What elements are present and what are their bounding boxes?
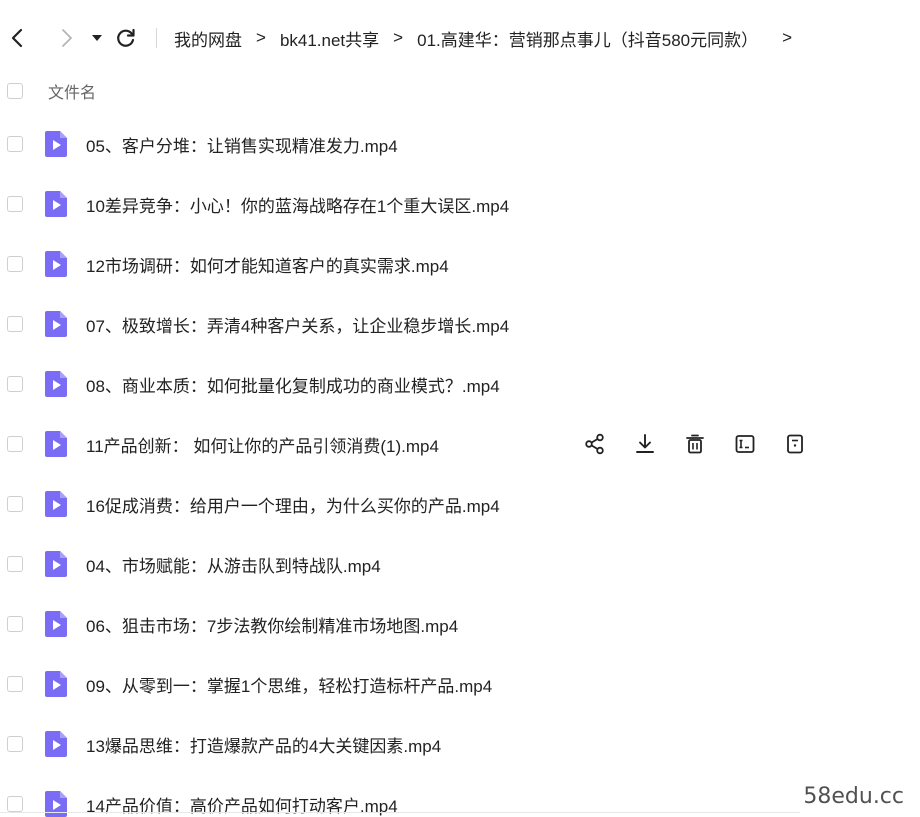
refresh-icon xyxy=(117,28,135,47)
file-row[interactable]: 12市场调研：如何才能知道客户的真实需求.mp4 xyxy=(0,234,920,294)
file-name[interactable]: 13爆品思维：打造爆款产品的4大关键因素.mp4 xyxy=(86,732,441,757)
bottom-divider xyxy=(0,812,800,813)
file-name[interactable]: 07、极致增长：弄清4种客户关系，让企业稳步增长.mp4 xyxy=(86,312,509,337)
file-browser: 我的网盘 > bk41.net共享 > 01.高建华：营销那点事儿（抖音580元… xyxy=(0,0,920,817)
file-list: 05、客户分堆：让销售实现精准发力.mp4 10差异竞争：小心！你的蓝海战略存在1… xyxy=(0,114,920,817)
breadcrumb-item-current-folder[interactable]: 01.高建华：营销那点事儿（抖音580元同款） xyxy=(417,26,758,51)
breadcrumb: 我的网盘 > bk41.net共享 > 01.高建华：营销那点事儿（抖音580元… xyxy=(174,26,792,51)
file-row-checkbox[interactable] xyxy=(7,136,23,152)
file-row-checkbox[interactable] xyxy=(7,796,23,812)
nav-divider xyxy=(156,28,157,48)
file-row-checkbox[interactable] xyxy=(7,496,23,512)
file-row[interactable]: 07、极致增长：弄清4种客户关系，让企业稳步增长.mp4 xyxy=(0,294,920,354)
file-row-checkbox[interactable] xyxy=(7,436,23,452)
video-file-icon xyxy=(44,130,68,158)
delete-icon xyxy=(684,433,706,455)
file-row[interactable]: 14产品价值：高价产品如何打动客户.mp4 xyxy=(0,774,920,817)
video-file-icon xyxy=(44,670,68,698)
file-name[interactable]: 10差异竞争：小心！你的蓝海战略存在1个重大误区.mp4 xyxy=(86,192,509,217)
breadcrumb-item-my-drive[interactable]: 我的网盘 xyxy=(174,26,242,51)
file-row[interactable]: 11产品创新： 如何让你的产品引领消费(1).mp4 xyxy=(0,414,920,474)
file-name[interactable]: 05、客户分堆：让销售实现精准发力.mp4 xyxy=(86,132,398,157)
file-row[interactable]: 09、从零到一：掌握1个思维，轻松打造标杆产品.mp4 xyxy=(0,654,920,714)
file-row-checkbox[interactable] xyxy=(7,556,23,572)
breadcrumb-separator: > xyxy=(256,28,266,47)
file-name[interactable]: 11产品创新： 如何让你的产品引领消费(1).mp4 xyxy=(86,432,439,457)
video-file-icon xyxy=(44,370,68,398)
file-row-checkbox[interactable] xyxy=(7,256,23,272)
forward-button[interactable] xyxy=(52,24,80,52)
watermark: 58edu.cc xyxy=(803,784,904,809)
file-row-checkbox[interactable] xyxy=(7,376,23,392)
file-row-checkbox[interactable] xyxy=(7,736,23,752)
more-button[interactable] xyxy=(783,432,807,456)
file-name[interactable]: 06、狙击市场：7步法教你绘制精准市场地图.mp4 xyxy=(86,612,458,637)
chevron-left-icon xyxy=(11,28,23,48)
share-icon xyxy=(584,433,606,455)
download-button[interactable] xyxy=(633,432,657,456)
video-file-icon xyxy=(44,730,68,758)
file-row-checkbox[interactable] xyxy=(7,676,23,692)
select-all-checkbox[interactable] xyxy=(7,83,23,99)
history-dropdown-button[interactable] xyxy=(88,24,106,52)
file-name[interactable]: 16促成消费：给用户一个理由，为什么买你的产品.mp4 xyxy=(86,492,500,517)
chevron-right-icon xyxy=(62,29,72,47)
video-file-icon xyxy=(44,610,68,638)
file-row-checkbox[interactable] xyxy=(7,316,23,332)
more-icon xyxy=(784,433,806,455)
video-file-icon xyxy=(44,490,68,518)
file-row-checkbox[interactable] xyxy=(7,616,23,632)
file-row[interactable]: 10差异竞争：小心！你的蓝海战略存在1个重大误区.mp4 xyxy=(0,174,920,234)
navigation-bar: 我的网盘 > bk41.net共享 > 01.高建华：营销那点事儿（抖音580元… xyxy=(0,14,920,62)
file-row[interactable]: 04、市场赋能：从游击队到特战队.mp4 xyxy=(0,534,920,594)
share-button[interactable] xyxy=(583,432,607,456)
refresh-button[interactable] xyxy=(112,24,140,52)
video-file-icon xyxy=(44,250,68,278)
file-name[interactable]: 04、市场赋能：从游击队到特战队.mp4 xyxy=(86,552,381,577)
file-name[interactable]: 12市场调研：如何才能知道客户的真实需求.mp4 xyxy=(86,252,449,277)
delete-button[interactable] xyxy=(683,432,707,456)
breadcrumb-expand-button[interactable]: > xyxy=(782,28,792,48)
rename-icon xyxy=(734,433,756,455)
caret-down-icon xyxy=(92,35,102,41)
video-file-icon xyxy=(44,430,68,458)
download-icon xyxy=(634,433,656,455)
file-row[interactable]: 08、商业本质：如何批量化复制成功的商业模式？.mp4 xyxy=(0,354,920,414)
file-row-checkbox[interactable] xyxy=(7,196,23,212)
file-name[interactable]: 08、商业本质：如何批量化复制成功的商业模式？.mp4 xyxy=(86,372,500,397)
file-row[interactable]: 06、狙击市场：7步法教你绘制精准市场地图.mp4 xyxy=(0,594,920,654)
file-row[interactable]: 13爆品思维：打造爆款产品的4大关键因素.mp4 xyxy=(0,714,920,774)
video-file-icon xyxy=(44,550,68,578)
file-row[interactable]: 05、客户分堆：让销售实现精准发力.mp4 xyxy=(0,114,920,174)
file-row[interactable]: 16促成消费：给用户一个理由，为什么买你的产品.mp4 xyxy=(0,474,920,534)
video-file-icon xyxy=(44,190,68,218)
rename-button[interactable] xyxy=(733,432,757,456)
breadcrumb-item-share[interactable]: bk41.net共享 xyxy=(280,26,379,51)
column-header-filename[interactable]: 文件名 xyxy=(48,79,96,103)
row-actions xyxy=(583,414,833,474)
breadcrumb-separator: > xyxy=(393,28,404,47)
list-header: 文件名 xyxy=(0,74,920,108)
file-name[interactable]: 09、从零到一：掌握1个思维，轻松打造标杆产品.mp4 xyxy=(86,672,492,697)
video-file-icon xyxy=(44,310,68,338)
back-button[interactable] xyxy=(4,24,32,52)
